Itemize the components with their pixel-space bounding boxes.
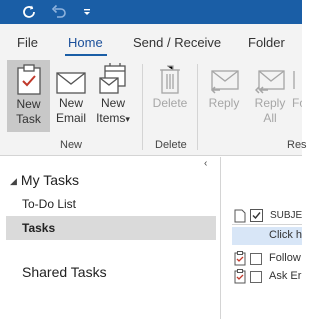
task-row[interactable]: Ask Er: [232, 269, 302, 285]
envelope-icon: [53, 60, 89, 94]
expand-icon: ◢: [10, 176, 17, 186]
nav-item-tasks[interactable]: Tasks: [6, 216, 216, 240]
reply-button[interactable]: Reply: [206, 60, 242, 132]
group-separator: [142, 64, 143, 150]
group-label-respond: Res: [287, 139, 307, 151]
trash-icon: [150, 60, 190, 94]
task-subject: Follow: [269, 252, 301, 264]
forward-icon: [292, 60, 302, 94]
task-row[interactable]: Follow: [232, 251, 302, 267]
new-task-placeholder: Click h: [269, 229, 302, 241]
new-email-label-line1: New: [58, 96, 83, 110]
group-separator: [197, 64, 198, 150]
new-email-button[interactable]: New Email: [53, 60, 89, 132]
subject-column-header[interactable]: SUBJE: [270, 210, 302, 221]
reply-icon: [206, 60, 242, 94]
new-items-icon: [92, 60, 134, 94]
delete-button[interactable]: Delete: [150, 60, 190, 132]
navigation-pane: ‹ ◢ My Tasks To-Do List Tasks Shared Task…: [0, 157, 221, 319]
tab-folder[interactable]: Folder: [248, 35, 285, 50]
task-complete-checkbox[interactable]: [250, 252, 262, 270]
tab-file[interactable]: File: [17, 35, 38, 50]
task-list-header: SUBJE: [232, 209, 302, 225]
active-tab-indicator: [65, 54, 107, 56]
undo-icon[interactable]: [48, 2, 70, 22]
task-icon: [234, 251, 246, 271]
quick-access-toolbar: [0, 0, 302, 24]
new-items-dropdown-arrow: ▾: [125, 114, 130, 124]
tab-home[interactable]: Home: [68, 35, 103, 50]
reply-all-icon: [250, 60, 290, 94]
new-items-label-line1: New: [100, 96, 125, 110]
my-tasks-label: My Tasks: [20, 172, 80, 188]
nav-item-todo-list[interactable]: To-Do List: [6, 192, 216, 216]
task-icon: [234, 269, 246, 289]
ribbon: New Task New Email New Items▾ New Delete…: [0, 58, 307, 156]
task-subject: Ask Er: [269, 270, 302, 282]
customize-dropdown-icon[interactable]: [76, 2, 98, 22]
delete-label: Delete: [152, 96, 188, 110]
page-icon: [234, 209, 246, 225]
task-list: SUBJE Click h Follow Ask Er: [222, 157, 302, 319]
task-clipboard-icon: [8, 61, 49, 95]
reply-all-button[interactable]: Reply All: [250, 60, 290, 132]
new-items-button[interactable]: New Items▾: [92, 60, 134, 132]
shared-tasks-header[interactable]: Shared Tasks: [22, 264, 107, 280]
new-task-label-line1: New: [16, 97, 41, 111]
refresh-icon[interactable]: [18, 2, 40, 22]
forward-label: Fo: [292, 96, 302, 110]
task-complete-checkbox[interactable]: [250, 270, 262, 288]
complete-checkbox-header-icon[interactable]: [250, 209, 263, 225]
group-label-new: New: [60, 139, 83, 151]
group-label-delete: Delete: [155, 139, 187, 151]
reply-all-label-line2: All: [263, 111, 277, 125]
new-task-label-line2: Task: [16, 112, 41, 126]
new-items-label-line2: Items: [96, 111, 126, 125]
forward-button[interactable]: Fo: [292, 60, 302, 132]
reply-label: Reply: [208, 96, 240, 110]
new-task-button[interactable]: New Task: [7, 60, 50, 132]
new-email-label-line2: Email: [55, 111, 86, 125]
ribbon-tabs: File Home Send / Receive Folder: [0, 24, 302, 58]
my-tasks-header[interactable]: ◢ My Tasks: [10, 172, 79, 188]
reply-all-label-line1: Reply: [254, 96, 286, 110]
collapse-pane-icon[interactable]: ‹: [204, 158, 207, 169]
new-task-row[interactable]: Click h: [232, 227, 302, 245]
tab-send-receive[interactable]: Send / Receive: [133, 35, 221, 50]
